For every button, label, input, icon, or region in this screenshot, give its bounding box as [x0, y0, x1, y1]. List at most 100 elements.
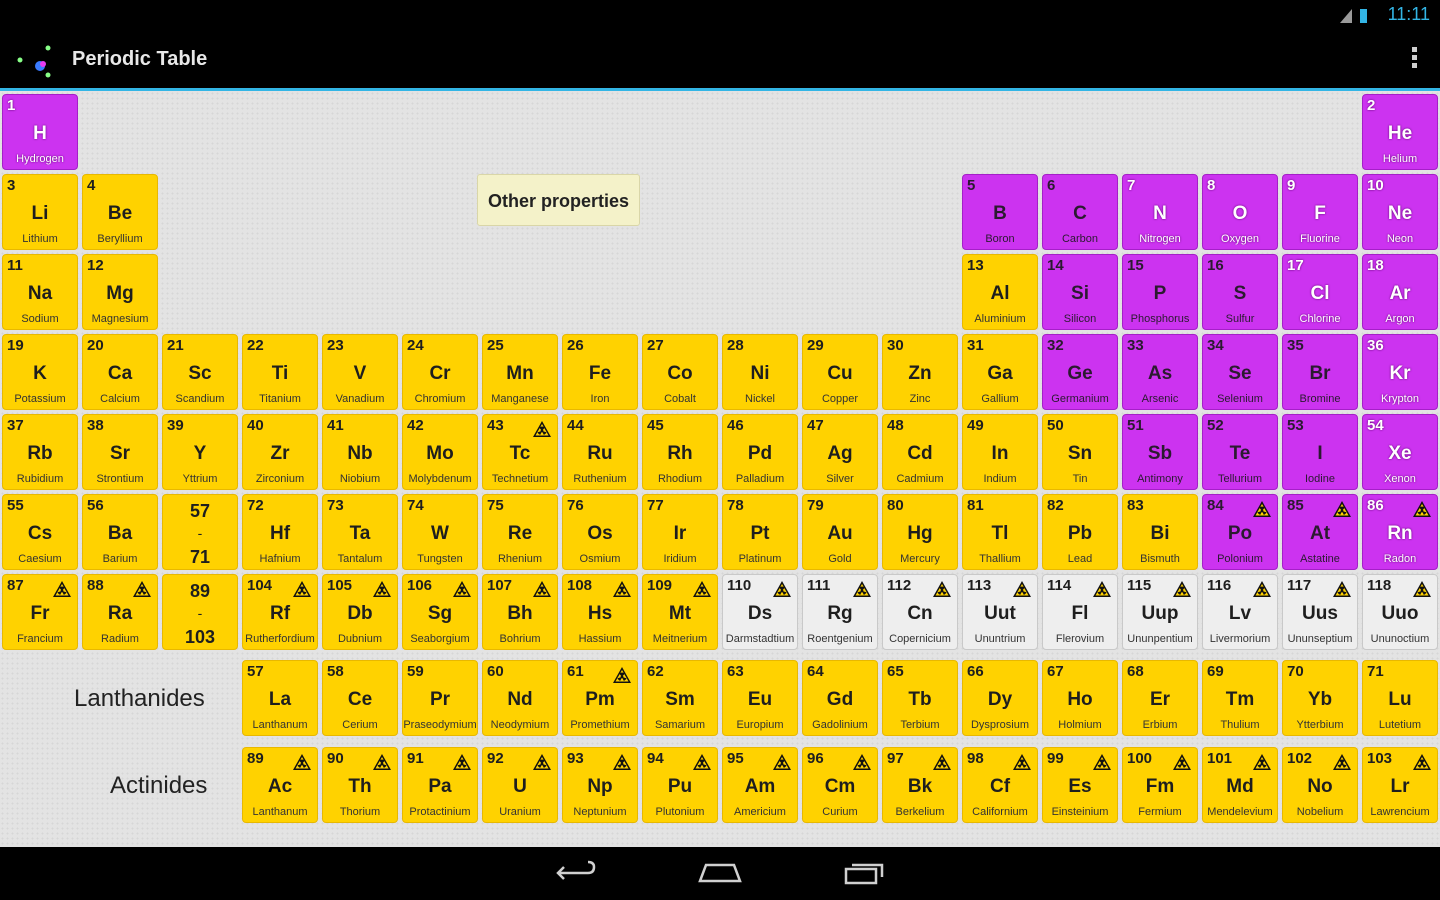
element-cell-gd[interactable]: 64 Gd Gadolinium: [802, 660, 878, 736]
element-cell-range-57[interactable]: 57 - 71: [162, 494, 238, 570]
element-cell-b[interactable]: 5 B Boron: [962, 174, 1038, 250]
element-cell-la[interactable]: 57 La Lanthanum: [242, 660, 318, 736]
atom-icon[interactable]: [14, 40, 56, 82]
element-cell-mg[interactable]: 12 Mg Magnesium: [82, 254, 158, 330]
element-cell-pb[interactable]: 82 Pb Lead: [1042, 494, 1118, 570]
recent-apps-icon[interactable]: [842, 859, 890, 887]
element-cell-ge[interactable]: 32 Ge Germanium: [1042, 334, 1118, 410]
element-cell-cm[interactable]: 96 Cm Curium: [802, 747, 878, 823]
element-cell-rb[interactable]: 37 Rb Rubidium: [2, 414, 78, 490]
element-cell-db[interactable]: 105 Db Dubnium: [322, 574, 398, 650]
element-cell-co[interactable]: 27 Co Cobalt: [642, 334, 718, 410]
element-cell-ta[interactable]: 73 Ta Tantalum: [322, 494, 398, 570]
element-cell-s[interactable]: 16 S Sulfur: [1202, 254, 1278, 330]
element-cell-cl[interactable]: 17 Cl Chlorine: [1282, 254, 1358, 330]
element-cell-fl[interactable]: 114 Fl Flerovium: [1042, 574, 1118, 650]
element-cell-w[interactable]: 74 W Tungsten: [402, 494, 478, 570]
back-icon[interactable]: [552, 859, 600, 887]
element-cell-lu[interactable]: 71 Lu Lutetium: [1362, 660, 1438, 736]
element-cell-ar[interactable]: 18 Ar Argon: [1362, 254, 1438, 330]
element-cell-mt[interactable]: 109 Mt Meitnerium: [642, 574, 718, 650]
element-cell-es[interactable]: 99 Es Einsteinium: [1042, 747, 1118, 823]
element-cell-pm[interactable]: 61 Pm Promethium: [562, 660, 638, 736]
element-cell-sn[interactable]: 50 Sn Tin: [1042, 414, 1118, 490]
element-cell-at[interactable]: 85 At Astatine: [1282, 494, 1358, 570]
element-cell-am[interactable]: 95 Am Americium: [722, 747, 798, 823]
element-cell-in[interactable]: 49 In Indium: [962, 414, 1038, 490]
element-cell-li[interactable]: 3 Li Lithium: [2, 174, 78, 250]
element-cell-fe[interactable]: 26 Fe Iron: [562, 334, 638, 410]
element-cell-tl[interactable]: 81 Tl Thallium: [962, 494, 1038, 570]
element-cell-cr[interactable]: 24 Cr Chromium: [402, 334, 478, 410]
element-cell-zr[interactable]: 40 Zr Zirconium: [242, 414, 318, 490]
element-cell-ag[interactable]: 47 Ag Silver: [802, 414, 878, 490]
element-cell-sg[interactable]: 106 Sg Seaborgium: [402, 574, 478, 650]
element-cell-bk[interactable]: 97 Bk Berkelium: [882, 747, 958, 823]
element-cell-cf[interactable]: 98 Cf Californium: [962, 747, 1038, 823]
element-cell-nb[interactable]: 41 Nb Niobium: [322, 414, 398, 490]
element-cell-np[interactable]: 93 Np Neptunium: [562, 747, 638, 823]
element-cell-yb[interactable]: 70 Yb Ytterbium: [1282, 660, 1358, 736]
element-cell-y[interactable]: 39 Y Yttrium: [162, 414, 238, 490]
element-cell-ir[interactable]: 77 Ir Iridium: [642, 494, 718, 570]
element-cell-ru[interactable]: 44 Ru Ruthenium: [562, 414, 638, 490]
element-cell-sb[interactable]: 51 Sb Antimony: [1122, 414, 1198, 490]
element-cell-rf[interactable]: 104 Rf Rutherfordium: [242, 574, 318, 650]
element-cell-se[interactable]: 34 Se Selenium: [1202, 334, 1278, 410]
element-cell-lv[interactable]: 116 Lv Livermorium: [1202, 574, 1278, 650]
element-cell-bh[interactable]: 107 Bh Bohrium: [482, 574, 558, 650]
home-icon[interactable]: [696, 859, 744, 887]
element-cell-ho[interactable]: 67 Ho Holmium: [1042, 660, 1118, 736]
element-cell-tb[interactable]: 65 Tb Terbium: [882, 660, 958, 736]
element-cell-hg[interactable]: 80 Hg Mercury: [882, 494, 958, 570]
element-cell-f[interactable]: 9 F Fluorine: [1282, 174, 1358, 250]
element-cell-pa[interactable]: 91 Pa Protactinium: [402, 747, 478, 823]
element-cell-rh[interactable]: 45 Rh Rhodium: [642, 414, 718, 490]
element-cell-ga[interactable]: 31 Ga Gallium: [962, 334, 1038, 410]
element-cell-te[interactable]: 52 Te Tellurium: [1202, 414, 1278, 490]
element-cell-rn[interactable]: 86 Rn Radon: [1362, 494, 1438, 570]
element-cell-p[interactable]: 15 P Phosphorus: [1122, 254, 1198, 330]
element-cell-er[interactable]: 68 Er Erbium: [1122, 660, 1198, 736]
element-cell-al[interactable]: 13 Al Aluminium: [962, 254, 1038, 330]
element-cell-h[interactable]: 1 H Hydrogen: [2, 94, 78, 170]
element-cell-hs[interactable]: 108 Hs Hassium: [562, 574, 638, 650]
other-properties-button[interactable]: Other properties: [477, 174, 640, 226]
element-cell-tm[interactable]: 69 Tm Thulium: [1202, 660, 1278, 736]
element-cell-uuo[interactable]: 118 Uuo Ununoctium: [1362, 574, 1438, 650]
element-cell-re[interactable]: 75 Re Rhenium: [482, 494, 558, 570]
element-cell-cu[interactable]: 29 Cu Copper: [802, 334, 878, 410]
element-cell-eu[interactable]: 63 Eu Europium: [722, 660, 798, 736]
element-cell-au[interactable]: 79 Au Gold: [802, 494, 878, 570]
element-cell-ba[interactable]: 56 Ba Barium: [82, 494, 158, 570]
element-cell-cs[interactable]: 55 Cs Caesium: [2, 494, 78, 570]
element-cell-fr[interactable]: 87 Fr Francium: [2, 574, 78, 650]
element-cell-cd[interactable]: 48 Cd Cadmium: [882, 414, 958, 490]
element-cell-he[interactable]: 2 He Helium: [1362, 94, 1438, 170]
element-cell-ce[interactable]: 58 Ce Cerium: [322, 660, 398, 736]
element-cell-ti[interactable]: 22 Ti Titanium: [242, 334, 318, 410]
element-cell-sm[interactable]: 62 Sm Samarium: [642, 660, 718, 736]
element-cell-na[interactable]: 11 Na Sodium: [2, 254, 78, 330]
element-cell-be[interactable]: 4 Be Beryllium: [82, 174, 158, 250]
element-cell-o[interactable]: 8 O Oxygen: [1202, 174, 1278, 250]
element-cell-zn[interactable]: 30 Zn Zinc: [882, 334, 958, 410]
element-cell-os[interactable]: 76 Os Osmium: [562, 494, 638, 570]
element-cell-ra[interactable]: 88 Ra Radium: [82, 574, 158, 650]
element-cell-bi[interactable]: 83 Bi Bismuth: [1122, 494, 1198, 570]
element-cell-pu[interactable]: 94 Pu Plutonium: [642, 747, 718, 823]
element-cell-i[interactable]: 53 I Iodine: [1282, 414, 1358, 490]
element-cell-md[interactable]: 101 Md Mendelevium: [1202, 747, 1278, 823]
element-cell-no[interactable]: 102 No Nobelium: [1282, 747, 1358, 823]
element-cell-si[interactable]: 14 Si Silicon: [1042, 254, 1118, 330]
element-cell-br[interactable]: 35 Br Bromine: [1282, 334, 1358, 410]
element-cell-dy[interactable]: 66 Dy Dysprosium: [962, 660, 1038, 736]
element-cell-k[interactable]: 19 K Potassium: [2, 334, 78, 410]
element-cell-uus[interactable]: 117 Uus Ununseptium: [1282, 574, 1358, 650]
element-cell-lr[interactable]: 103 Lr Lawrencium: [1362, 747, 1438, 823]
element-cell-pt[interactable]: 78 Pt Platinum: [722, 494, 798, 570]
element-cell-ca[interactable]: 20 Ca Calcium: [82, 334, 158, 410]
element-cell-c[interactable]: 6 C Carbon: [1042, 174, 1118, 250]
element-cell-sc[interactable]: 21 Sc Scandium: [162, 334, 238, 410]
element-cell-sr[interactable]: 38 Sr Strontium: [82, 414, 158, 490]
